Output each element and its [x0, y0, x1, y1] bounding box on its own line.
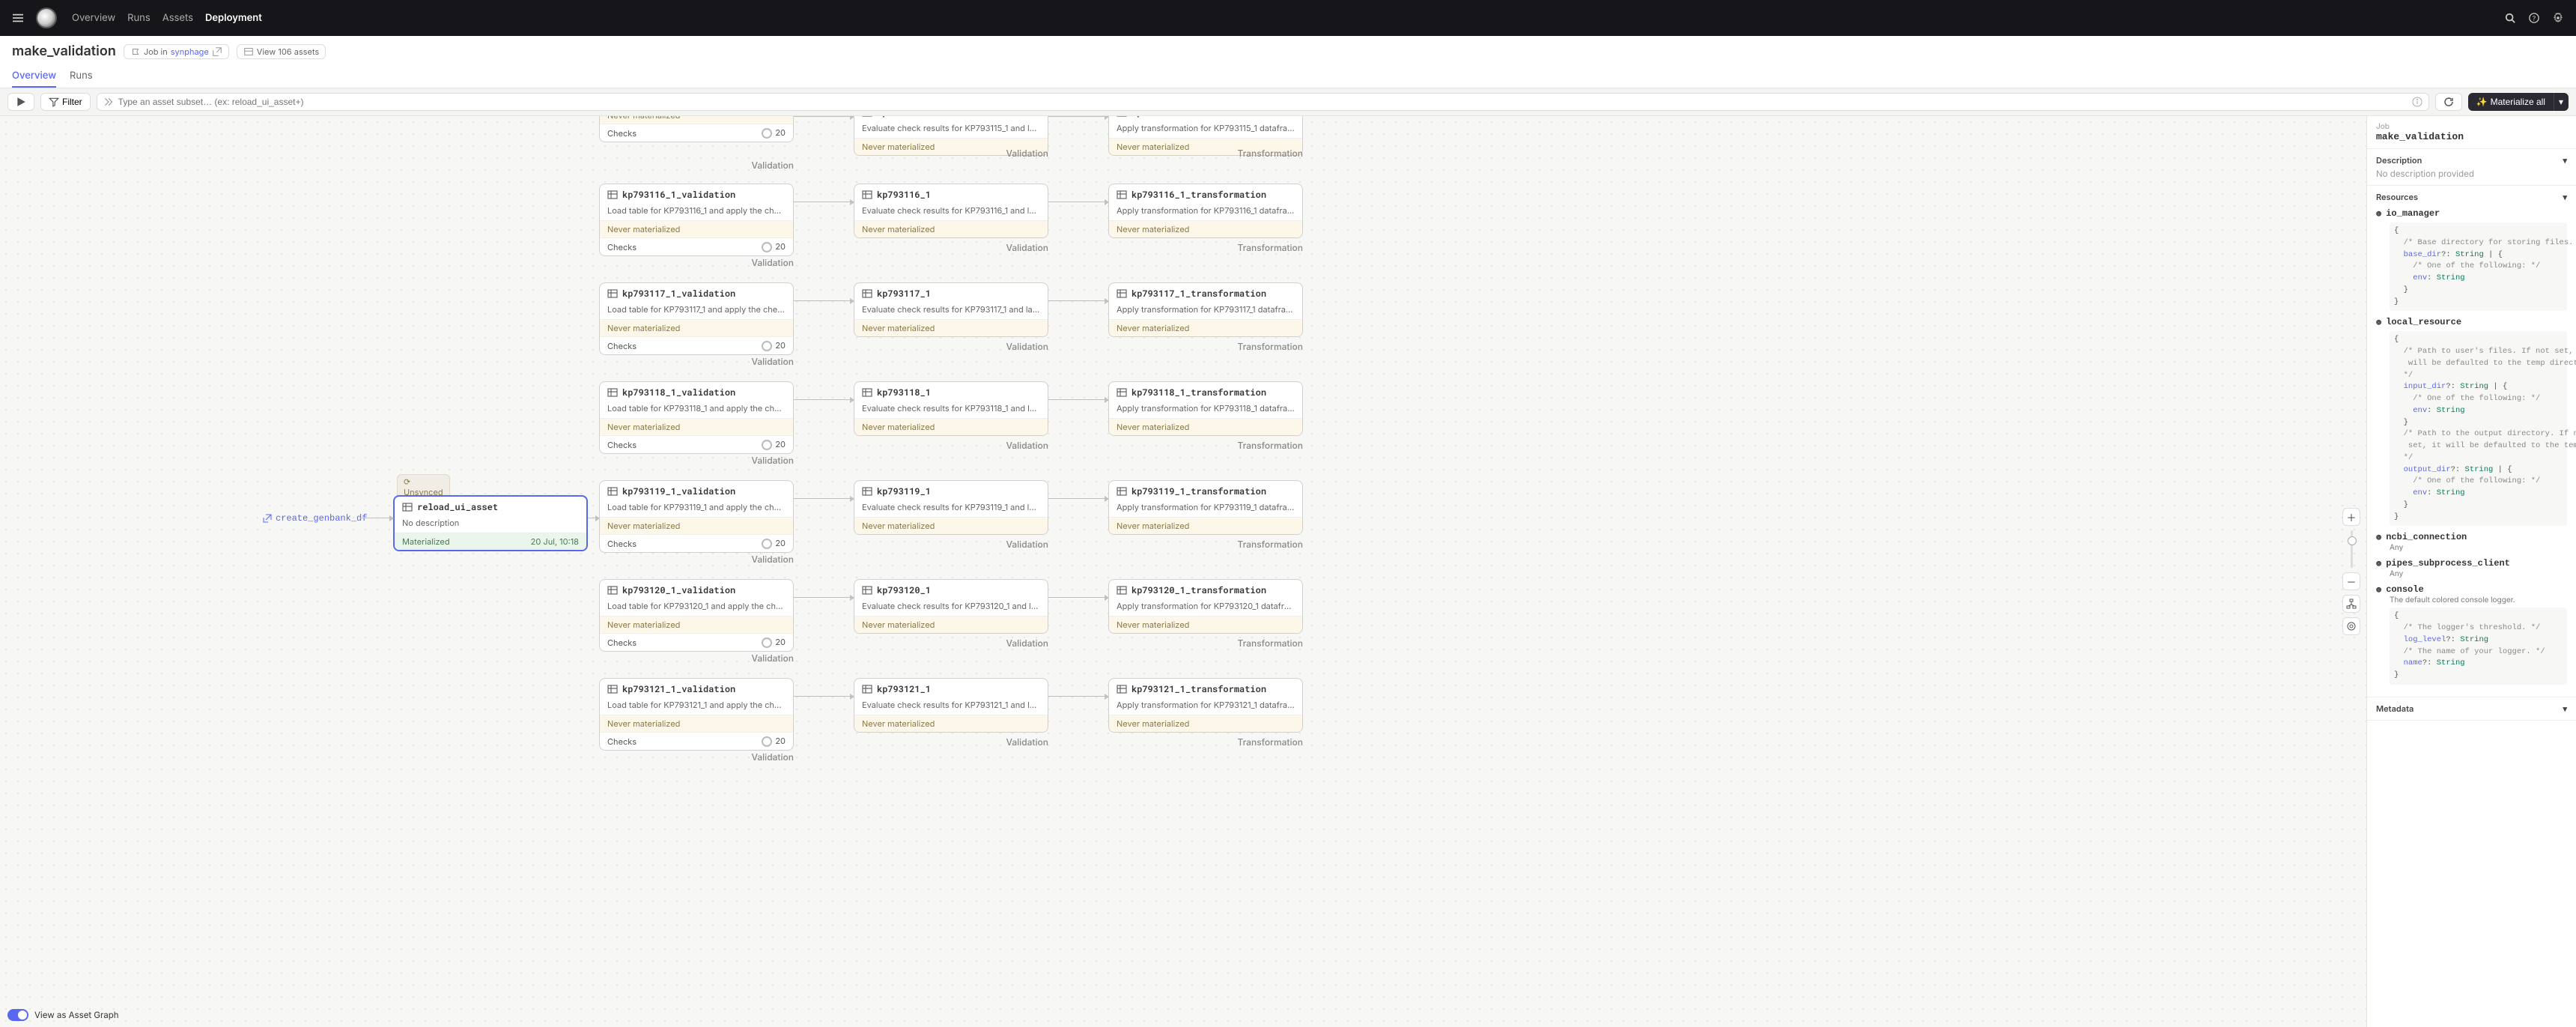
nav-assets[interactable]: Assets	[162, 12, 193, 24]
node-kp793116_1[interactable]: kp793116_1 Evaluate check results for KP…	[854, 184, 1048, 238]
node-kp793119_1[interactable]: kp793119_1 Evaluate check results for KP…	[854, 480, 1048, 535]
resource-pipes[interactable]: ⊚ pipes_subprocess_client	[2376, 558, 2567, 569]
link-create-genbank[interactable]: create_genbank_df	[262, 513, 367, 524]
node-kp793118_1_transformation[interactable]: kp793118_1_transformation Apply transfor…	[1108, 381, 1303, 436]
node-kp793116_1_validation[interactable]: kp793116_1_validation Load table for KP7…	[599, 184, 794, 256]
search-icon[interactable]	[2501, 9, 2519, 27]
node-kp793120_1_transformation[interactable]: kp793120_1_transformation Apply transfor…	[1108, 579, 1303, 634]
description-value: No description provided	[2376, 169, 2567, 179]
node-kp793119_1_transformation[interactable]: kp793119_1_transformation Apply transfor…	[1108, 480, 1303, 535]
node-kp793115_1_validation[interactable]: Load table for KP793115_1 and apply the …	[599, 116, 794, 142]
zoom-in-button[interactable]: ＋	[2342, 508, 2360, 526]
metadata-header[interactable]: Metadata▾	[2376, 703, 2567, 714]
help-icon[interactable]: ?	[2525, 9, 2543, 27]
view-toggle-label: View as Asset Graph	[34, 1010, 119, 1020]
zoom-out-button[interactable]: －	[2342, 572, 2360, 590]
details-sidebar: Job make_validation Description▾ No desc…	[2366, 116, 2576, 1027]
view-assets-pill[interactable]: View 106 assets	[237, 44, 326, 59]
logo[interactable]	[36, 7, 57, 28]
view-toggle[interactable]	[7, 1009, 28, 1021]
tab-overview[interactable]: Overview	[12, 65, 56, 88]
menu-icon[interactable]	[9, 9, 27, 27]
resource-local[interactable]: ⊚ local_resource	[2376, 317, 2567, 328]
zoom-slider[interactable]	[2351, 530, 2353, 568]
search-input[interactable]	[118, 97, 2408, 107]
asset-graph-canvas[interactable]: ⟳ Unsynced (1)create_genbank_df reload_u…	[0, 116, 2366, 1027]
node-kp793119_1_validation[interactable]: kp793119_1_validation Load table for KP7…	[599, 480, 794, 553]
node-kp793121_1_transformation[interactable]: kp793121_1_transformation Apply transfor…	[1108, 678, 1303, 733]
center-button[interactable]	[2342, 617, 2360, 635]
node-kp793120_1[interactable]: kp793120_1 Evaluate check results for KP…	[854, 579, 1048, 634]
node-kp793121_1[interactable]: kp793121_1 Evaluate check results for KP…	[854, 678, 1048, 733]
page-title: make_validation	[12, 43, 116, 59]
job-location-pill[interactable]: Job in synphage	[124, 44, 229, 59]
filter-button[interactable]: Filter	[40, 93, 91, 111]
asset-search[interactable]	[97, 93, 2429, 111]
nav-deployment[interactable]: Deployment	[205, 12, 262, 24]
layout-button[interactable]	[2342, 595, 2360, 613]
resource-ncbi[interactable]: ⊚ ncbi_connection	[2376, 532, 2567, 543]
refresh-button[interactable]	[2435, 93, 2462, 111]
nav-overview[interactable]: Overview	[72, 12, 115, 24]
node-kp793120_1_validation[interactable]: kp793120_1_validation Load table for KP7…	[599, 579, 794, 652]
node-kp793117_1_validation[interactable]: kp793117_1_validation Load table for KP7…	[599, 282, 794, 355]
node-kp793118_1[interactable]: kp793118_1 Evaluate check results for KP…	[854, 381, 1048, 436]
resource-io-manager[interactable]: ⊚ io_manager	[2376, 208, 2567, 219]
node-reload-ui-asset[interactable]: reload_ui_asset No description Materiali…	[393, 495, 588, 551]
job-name: make_validation	[2376, 131, 2567, 142]
svg-text:?: ?	[2533, 16, 2536, 23]
node-kp793117_1_transformation[interactable]: kp793117_1_transformation Apply transfor…	[1108, 282, 1303, 337]
resources-header[interactable]: Resources▾	[2376, 192, 2567, 202]
settings-icon[interactable]	[2549, 9, 2567, 27]
info-icon[interactable]	[2412, 97, 2422, 107]
subtabs: Overview Runs	[12, 65, 2564, 88]
job-label: Job	[2376, 122, 2567, 131]
node-kp793118_1_validation[interactable]: kp793118_1_validation Load table for KP7…	[599, 381, 794, 454]
description-header[interactable]: Description▾	[2376, 155, 2567, 166]
top-nav: Overview Runs Assets Deployment	[72, 12, 262, 24]
resource-console[interactable]: ⊚ console	[2376, 584, 2567, 596]
run-button[interactable]	[7, 93, 34, 111]
materialize-button[interactable]: ✨ Materialize all	[2468, 93, 2554, 111]
tab-runs[interactable]: Runs	[70, 65, 93, 88]
materialize-dropdown[interactable]: ▾	[2554, 93, 2569, 111]
node-kp793121_1_validation[interactable]: kp793121_1_validation Load table for KP7…	[599, 678, 794, 751]
node-kp793116_1_transformation[interactable]: kp793116_1_transformation Apply transfor…	[1108, 184, 1303, 238]
node-kp793117_1[interactable]: kp793117_1 Evaluate check results for KP…	[854, 282, 1048, 337]
nav-runs[interactable]: Runs	[127, 12, 151, 24]
